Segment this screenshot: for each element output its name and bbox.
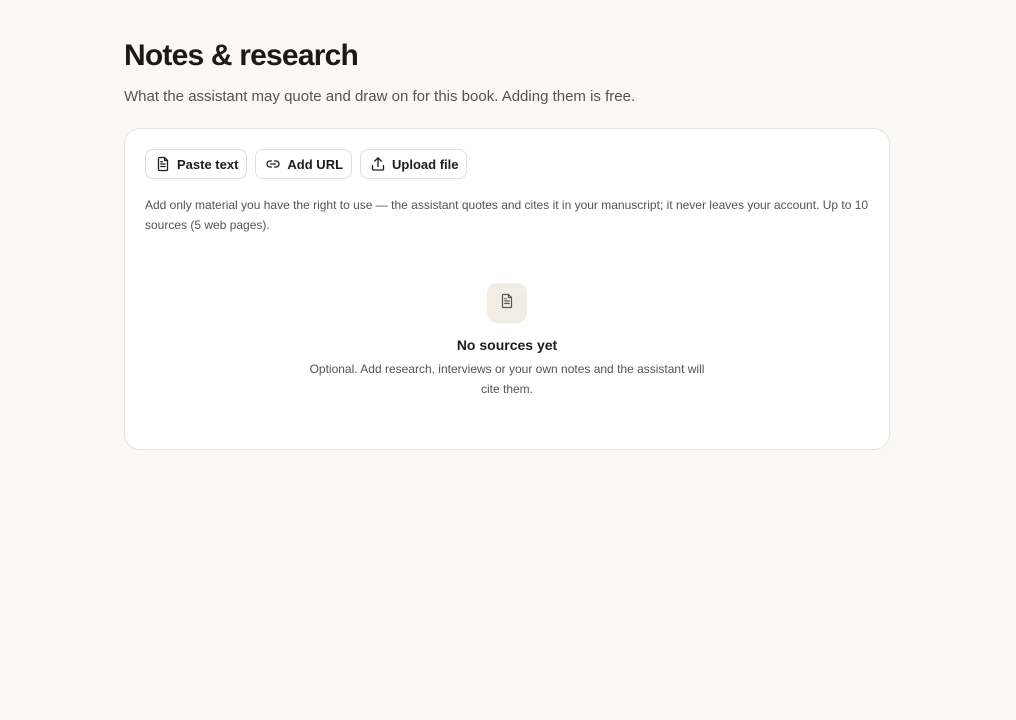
notes-research-page: Notes & research What the assistant may … — [124, 36, 892, 450]
add-url-label: Add URL — [287, 156, 344, 172]
empty-state-icon-tile — [487, 283, 527, 323]
paste-text-button[interactable]: Paste text — [145, 149, 248, 179]
upload-file-label: Upload file — [392, 156, 459, 172]
empty-state-title: No sources yet — [456, 337, 558, 353]
add-url-button[interactable]: Add URL — [255, 149, 353, 179]
source-toolbar: Paste text Add URL Upload file — [145, 149, 468, 179]
upload-file-button[interactable]: Upload file — [360, 149, 468, 179]
document-icon — [155, 156, 171, 172]
empty-state: No sources yet Optional. Add research, i… — [125, 283, 889, 399]
page-title: Notes & research — [124, 39, 359, 72]
page-subtitle: What the assistant may quote and draw on… — [124, 88, 636, 105]
empty-state-description: Optional. Add research, interviews or yo… — [309, 362, 705, 396]
usage-notice: Add only material you have the right to … — [145, 198, 869, 232]
paste-text-label: Paste text — [177, 156, 239, 172]
link-icon — [265, 156, 281, 172]
sources-card: Paste text Add URL Upload file Add only … — [124, 128, 890, 450]
upload-icon — [370, 156, 386, 172]
document-icon — [499, 293, 515, 314]
